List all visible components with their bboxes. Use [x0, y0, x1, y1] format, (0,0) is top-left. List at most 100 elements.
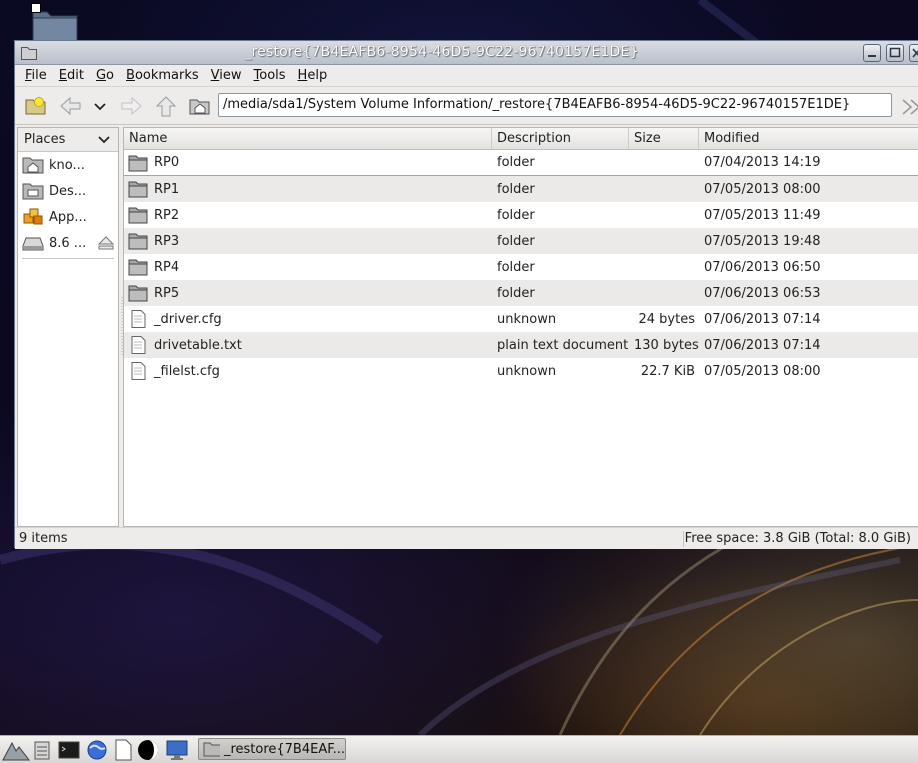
file-name-cell: _filelst.cfg — [124, 361, 492, 382]
file-description: folder — [497, 155, 535, 170]
go-icon[interactable] — [901, 96, 918, 118]
menu-bookmarks[interactable]: Bookmarks — [120, 68, 205, 83]
file-name: _filelst.cfg — [154, 363, 220, 379]
text-editor-icon[interactable] — [113, 739, 133, 761]
file-name: RP3 — [154, 233, 180, 249]
file-name: RP0 — [154, 155, 180, 170]
taskbar-window-label: _restore{7B4EAF... — [223, 741, 345, 757]
file-size: 22.7 KiB — [640, 363, 695, 379]
file-name-cell: RP1 — [124, 179, 492, 200]
media-player-icon[interactable] — [137, 739, 163, 761]
file-name: RP2 — [154, 207, 180, 223]
file-description: folder — [497, 181, 535, 197]
file-modified: 07/06/2013 06:53 — [704, 285, 821, 301]
desktop-folder-icon — [22, 183, 44, 200]
menu-help[interactable]: Help — [292, 68, 334, 83]
file-list: Name Description Size Modified RP0 folder… — [123, 127, 918, 527]
window-title: _restore{7B4EAFB6-8954-46D5-9C22-9674015… — [244, 44, 639, 60]
taskbar-window-button[interactable]: _restore{7B4EAF... — [198, 738, 346, 760]
back-arrow-icon[interactable] — [59, 96, 83, 116]
column-size[interactable]: Size — [629, 128, 699, 149]
file-modified: 07/05/2013 11:49 — [704, 207, 821, 223]
menu-tools[interactable]: Tools — [248, 68, 292, 83]
file-description: folder — [497, 259, 535, 275]
places-header[interactable]: Places — [18, 128, 118, 152]
maximize-button[interactable] — [886, 44, 904, 62]
file-name-cell: _driver.cfg — [124, 309, 492, 330]
file-description: plain text document — [497, 337, 629, 353]
forward-arrow-icon[interactable] — [119, 96, 143, 116]
places-label: Places — [24, 132, 66, 147]
history-dropdown-icon[interactable] — [93, 96, 107, 116]
file-modified: 07/05/2013 08:00 — [704, 363, 821, 379]
terminal-icon[interactable] — [58, 739, 80, 761]
file-description: unknown — [497, 363, 557, 379]
table-row[interactable]: _driver.cfg unknown 24 bytes 07/06/2013 07:… — [124, 306, 918, 332]
file-name: RP1 — [154, 181, 180, 197]
file-rows: RP0 folder 07/04/2013 14:19 RP1 folder 07/05/… — [124, 150, 918, 384]
menubar: File Edit Go Bookmarks View Tools Help — [15, 65, 918, 87]
web-browser-icon[interactable] — [86, 739, 108, 761]
table-row[interactable]: _filelst.cfg unknown 22.7 KiB 07/05/2013 08… — [124, 358, 918, 384]
sidebar-item-label: App... — [49, 209, 87, 225]
toolbar: /media/sda1/System Volume Information/_r… — [15, 87, 918, 125]
sidebar-item-home[interactable]: kno... — [18, 152, 118, 178]
file-description: unknown — [497, 311, 557, 327]
minimize-icon — [868, 55, 876, 57]
sidebar-item-label: 8.6 ... — [49, 235, 87, 251]
column-modified[interactable]: Modified — [699, 128, 918, 149]
file-name: RP4 — [154, 259, 180, 275]
maximize-icon — [889, 47, 901, 58]
sidebar-item-label: kno... — [49, 157, 85, 173]
file-modified: 07/05/2013 08:00 — [704, 181, 821, 197]
status-divider — [683, 531, 684, 547]
new-folder-icon[interactable] — [25, 96, 47, 116]
close-button[interactable] — [909, 44, 918, 62]
eject-icon[interactable] — [98, 236, 114, 250]
location-input[interactable]: /media/sda1/System Volume Information/_r… — [218, 93, 892, 117]
file-description: folder — [497, 285, 535, 301]
minimize-button[interactable] — [863, 44, 881, 62]
table-row[interactable]: RP5 folder 07/06/2013 06:53 — [124, 280, 918, 306]
file-modified: 07/06/2013 07:14 — [704, 337, 821, 353]
desktop-folder-icon[interactable] — [32, 8, 78, 42]
table-row[interactable]: drivetable.txt plain text document 130 byt… — [124, 332, 918, 358]
menu-go[interactable]: Go — [90, 68, 120, 83]
titlebar[interactable]: _restore{7B4EAFB6-8954-46D5-9C22-9674015… — [15, 41, 918, 65]
column-description[interactable]: Description — [492, 128, 629, 149]
file-modified: 07/06/2013 07:14 — [704, 311, 821, 327]
file-size: 130 bytes — [634, 337, 699, 353]
document-icon — [131, 362, 146, 380]
file-name: _driver.cfg — [154, 311, 222, 327]
file-description: folder — [497, 207, 535, 223]
file-name-cell: RP5 — [124, 283, 492, 304]
sidebar-item-desktop[interactable]: Des... — [18, 178, 118, 204]
table-row[interactable]: RP1 folder 07/05/2013 08:00 — [124, 176, 918, 202]
menu-edit[interactable]: Edit — [53, 68, 90, 83]
column-name[interactable]: Name — [124, 128, 492, 149]
table-row[interactable]: RP3 folder 07/05/2013 19:48 — [124, 228, 918, 254]
menu-view[interactable]: View — [205, 68, 248, 83]
table-row[interactable]: RP4 folder 07/06/2013 06:50 — [124, 254, 918, 280]
file-name: drivetable.txt — [154, 337, 242, 353]
start-menu-icon[interactable] — [2, 739, 30, 761]
sidebar-item-applications[interactable]: App... — [18, 204, 118, 230]
folder-icon — [128, 233, 148, 250]
up-arrow-icon[interactable] — [155, 96, 177, 118]
file-manager-window: _restore{7B4EAFB6-8954-46D5-9C22-9674015… — [14, 40, 918, 549]
taskbar: _restore{7B4EAF... — [0, 735, 918, 763]
sidebar-item-volume[interactable]: 8.6 ... — [18, 230, 118, 256]
file-manager-launcher-icon[interactable] — [33, 739, 51, 761]
sidebar-item-label: Des... — [49, 183, 87, 199]
table-row[interactable]: RP0 folder 07/04/2013 14:19 — [124, 150, 918, 176]
chevron-down-icon[interactable] — [98, 135, 110, 145]
document-icon — [131, 310, 146, 328]
folder-icon — [203, 742, 220, 757]
file-name-cell: RP0 — [124, 152, 492, 173]
display-settings-icon[interactable] — [165, 739, 189, 761]
drive-icon — [22, 237, 44, 251]
folder-icon — [128, 285, 148, 302]
menu-file[interactable]: File — [19, 68, 53, 83]
home-icon[interactable] — [189, 96, 211, 116]
table-row[interactable]: RP2 folder 07/05/2013 11:49 — [124, 202, 918, 228]
